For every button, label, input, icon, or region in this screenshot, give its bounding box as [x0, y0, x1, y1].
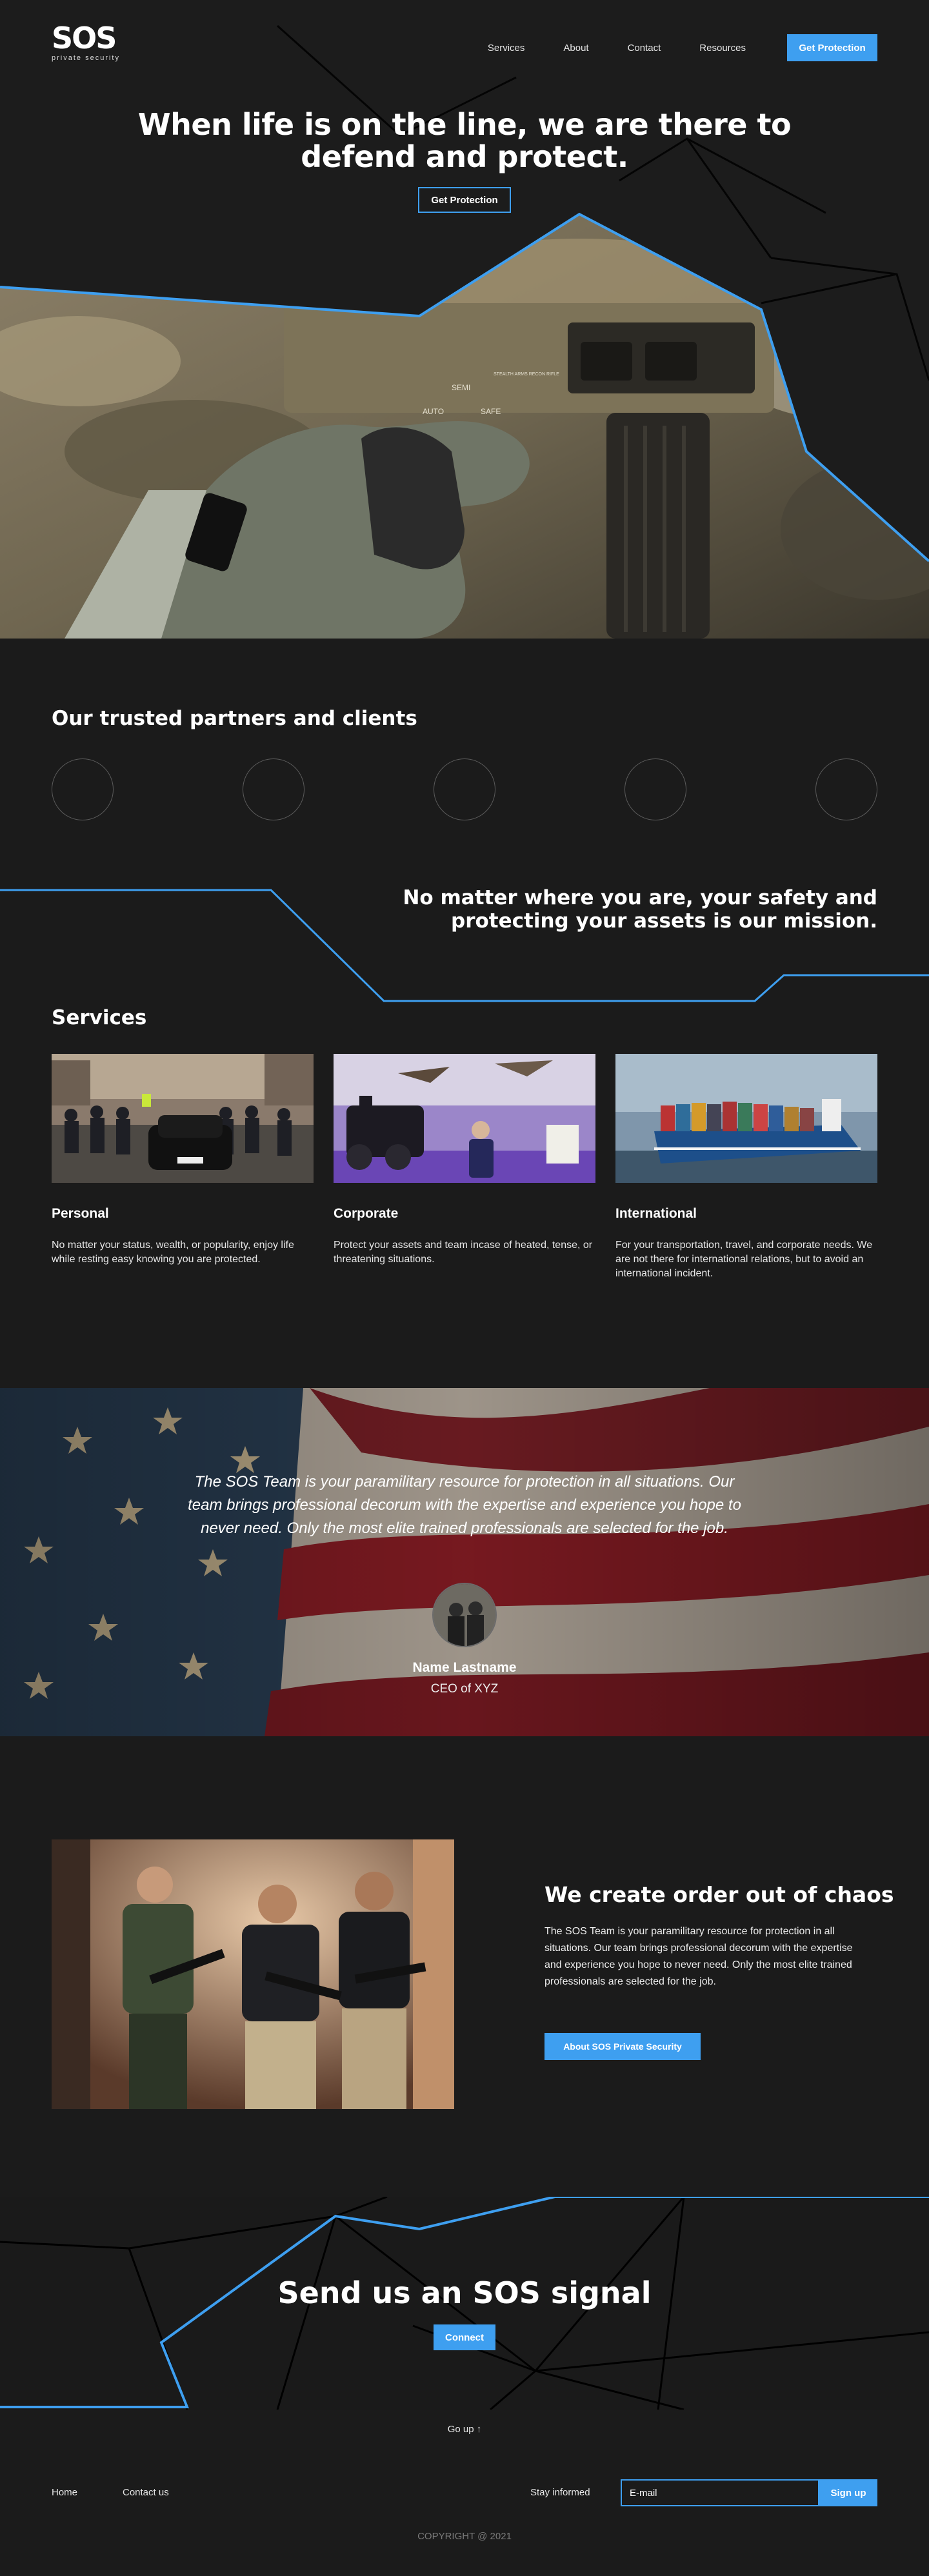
nav-item-resources[interactable]: Resources — [699, 43, 746, 54]
hero-title-line-2: defend and protect. — [301, 139, 628, 174]
hero-get-protection-button[interactable]: Get Protection — [418, 187, 511, 213]
logo[interactable]: SOS private security — [52, 23, 120, 62]
stay-informed-label: Stay informed — [530, 2487, 590, 2498]
service-corporate-desc: Protect your assets and team incase of h… — [334, 1240, 593, 1265]
avatar — [432, 1583, 497, 1647]
rifle-safe-marking: SAFE — [481, 407, 501, 416]
testimonial-name: Name Lastname — [412, 1660, 517, 1675]
nav-item-contact[interactable]: Contact — [628, 43, 661, 54]
hero-title: When life is on the line, we are there t… — [0, 108, 929, 173]
partner-logo-3 — [434, 758, 495, 820]
about-sos-button[interactable]: About SOS Private Security — [544, 2033, 701, 2060]
partner-logo-2 — [243, 758, 305, 820]
main-nav: Services About Contact Resources Get Pro… — [449, 34, 877, 61]
service-personal-image — [52, 1054, 314, 1183]
logo-wordmark: SOS — [52, 21, 117, 55]
mission-line-2: protecting your assets is our mission. — [451, 909, 877, 933]
hero-background-art: AUTO SAFE SEMI STEALTH ARMS RECON RIFLE — [0, 25, 929, 639]
service-corporate-title: Corporate — [334, 1206, 399, 1221]
service-international-title: International — [615, 1206, 697, 1221]
service-personal-desc: No matter your status, wealth, or popula… — [52, 1240, 294, 1265]
about-text: The SOS Team is your paramilitary resour… — [544, 1926, 853, 1987]
service-international-image — [615, 1054, 877, 1183]
nav-item-services[interactable]: Services — [488, 43, 525, 54]
footer-link-home[interactable]: Home — [52, 2487, 77, 2498]
footer-link-contact[interactable]: Contact us — [123, 2487, 169, 2498]
partner-logo-4 — [624, 758, 686, 820]
partner-logo-5 — [815, 758, 877, 820]
connect-button[interactable]: Connect — [434, 2324, 495, 2350]
copyright: COPYRIGHT @ 2021 — [417, 2531, 512, 2542]
testimonial-quote: The SOS Team is your paramilitary resour… — [188, 1473, 741, 1537]
service-personal-title: Personal — [52, 1206, 109, 1221]
hero-title-line-1: When life is on the line, we are there t… — [137, 107, 792, 142]
go-up-link[interactable]: Go up ↑ — [0, 2424, 929, 2435]
cta-title: Send us an SOS signal — [277, 2275, 652, 2310]
rifle-semi-marking: SEMI — [452, 383, 470, 392]
service-international-desc: For your transportation, travel, and cor… — [615, 1240, 873, 1279]
signup-button[interactable]: Sign up — [819, 2479, 877, 2506]
service-corporate-image — [334, 1054, 595, 1183]
partners-title: Our trusted partners and clients — [52, 707, 417, 730]
hero-section: AUTO SAFE SEMI STEALTH ARMS RECON RIFLE — [0, 0, 929, 639]
services-title: Services — [52, 1006, 147, 1029]
nav-get-protection-button[interactable]: Get Protection — [787, 34, 877, 61]
about-title: We create order out of chaos — [544, 1882, 894, 1907]
nav-item-about[interactable]: About — [563, 43, 588, 54]
logo-tagline: private security — [52, 54, 120, 62]
rifle-receiver-marking: STEALTH ARMS RECON RIFLE — [494, 372, 559, 377]
partner-logo-1 — [52, 758, 114, 820]
email-field[interactable] — [621, 2479, 819, 2506]
rifle-auto-marking: AUTO — [423, 407, 444, 416]
testimonial-role: CEO of XYZ — [430, 1682, 499, 1696]
about-team-image — [52, 1839, 454, 2109]
mission-line-1: No matter where you are, your safety and — [403, 886, 877, 909]
mission-statement: No matter where you are, your safety and… — [387, 886, 877, 933]
